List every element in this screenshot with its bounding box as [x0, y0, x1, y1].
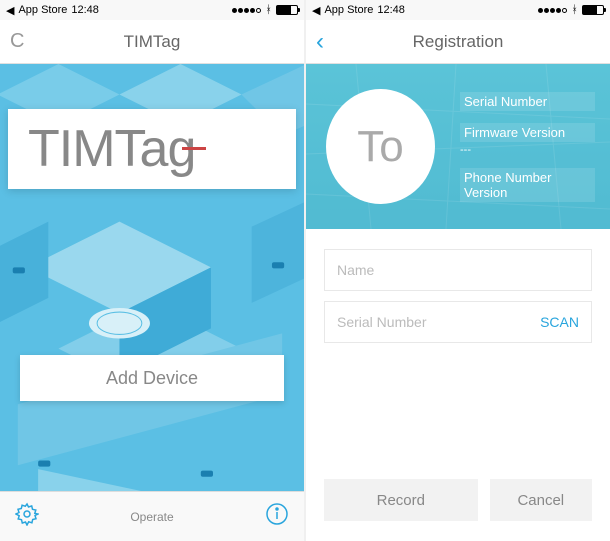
status-time: 12:48: [71, 4, 99, 16]
bluetooth-icon: ᚼ: [571, 4, 578, 16]
battery-icon: [582, 5, 604, 15]
firmware-value: ---: [460, 144, 595, 156]
record-button[interactable]: Record: [324, 479, 478, 521]
avatar-text: To: [357, 122, 403, 172]
status-bar: ◀ App Store 12:48 ᚼ: [0, 0, 304, 20]
refresh-icon[interactable]: C: [10, 30, 24, 53]
status-time: 12:48: [377, 4, 405, 16]
main-content: TIMTag Add Device: [0, 64, 304, 491]
banner-accent-line: [182, 147, 206, 150]
status-app-link[interactable]: App Store: [18, 4, 67, 16]
nav-title: TIMTag: [124, 32, 181, 52]
serial-input[interactable]: [337, 314, 530, 330]
serial-input-row: SCAN: [324, 301, 592, 343]
device-header: To Serial Number Firmware Version --- Ph…: [306, 64, 610, 229]
battery-icon: [276, 5, 298, 15]
name-input[interactable]: [337, 262, 579, 278]
back-arrow-icon[interactable]: ◀: [6, 4, 14, 17]
firmware-label: Firmware Version: [460, 123, 595, 142]
info-icon[interactable]: [265, 502, 289, 531]
banner-title: TIMTag: [28, 119, 195, 179]
nav-bar: C TIMTag: [0, 20, 304, 64]
form: SCAN: [306, 229, 610, 373]
status-app-link[interactable]: App Store: [324, 4, 373, 16]
nav-title: Registration: [413, 32, 504, 52]
bottom-bar: Operate: [0, 491, 304, 541]
signal-icon: [538, 8, 567, 13]
serial-label: Serial Number: [460, 92, 595, 111]
phone-version-label: Phone Number Version: [460, 168, 595, 202]
device-info-list: Serial Number Firmware Version --- Phone…: [460, 92, 595, 202]
add-device-button[interactable]: Add Device: [20, 355, 284, 401]
signal-icon: [232, 8, 261, 13]
bluetooth-icon: ᚼ: [265, 4, 272, 16]
settings-icon[interactable]: [15, 502, 39, 531]
cancel-button[interactable]: Cancel: [490, 479, 592, 521]
name-input-row: [324, 249, 592, 291]
action-buttons: Record Cancel: [324, 479, 592, 521]
right-screen: ◀ App Store 12:48 ᚼ ‹ Registration: [306, 0, 610, 541]
operate-label[interactable]: Operate: [130, 510, 173, 524]
back-arrow-icon[interactable]: ◀: [312, 4, 320, 17]
scan-button[interactable]: SCAN: [530, 314, 579, 330]
main-content: To Serial Number Firmware Version --- Ph…: [306, 64, 610, 541]
nav-bar: ‹ Registration: [306, 20, 610, 64]
avatar[interactable]: To: [326, 89, 435, 204]
status-bar: ◀ App Store 12:48 ᚼ: [306, 0, 610, 20]
app-banner: TIMTag: [8, 109, 296, 189]
left-screen: ◀ App Store 12:48 ᚼ C TIMTag: [0, 0, 304, 541]
back-button[interactable]: ‹: [316, 28, 324, 56]
